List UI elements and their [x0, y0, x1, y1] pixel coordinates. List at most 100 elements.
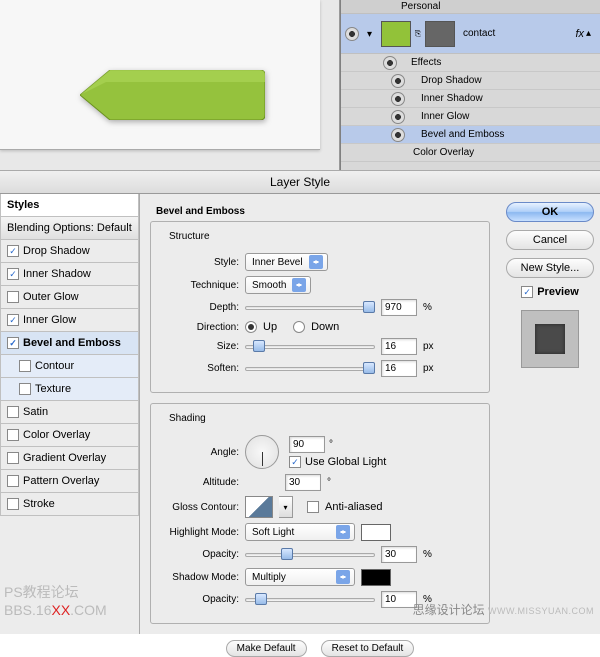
chevron-down-icon[interactable]: ▾	[367, 29, 377, 39]
highlight-color-swatch[interactable]	[361, 524, 391, 541]
visibility-icon[interactable]	[391, 74, 405, 88]
green-arrow-shape	[80, 70, 265, 120]
soften-slider[interactable]	[245, 362, 375, 376]
altitude-input[interactable]	[285, 474, 321, 491]
preview-thumbnail	[521, 310, 579, 368]
sidebar-contour[interactable]: Contour	[0, 355, 139, 378]
chevron-down-icon[interactable]: ▾	[279, 496, 293, 518]
checkbox[interactable]	[7, 245, 19, 257]
visibility-icon[interactable]	[383, 56, 397, 70]
highlight-opacity-input[interactable]	[381, 546, 417, 563]
checkbox[interactable]	[7, 337, 19, 349]
shadow-mode-dropdown[interactable]: Multiply	[245, 568, 355, 586]
layers-panel: Personal ▾ ⎘ contact fx ▴ Effects Drop S…	[340, 0, 600, 170]
checkbox[interactable]	[7, 429, 19, 441]
shadow-mode-label: Shadow Mode:	[161, 572, 239, 583]
shadow-color-swatch[interactable]	[361, 569, 391, 586]
sidebar-satin[interactable]: Satin	[0, 401, 139, 424]
direction-up-radio[interactable]	[245, 321, 257, 333]
checkbox[interactable]	[7, 406, 19, 418]
antialiased-checkbox[interactable]	[307, 501, 319, 513]
effect-color-overlay[interactable]: Color Overlay	[341, 144, 600, 162]
dialog-title: Layer Style	[0, 170, 600, 194]
checkbox[interactable]	[7, 475, 19, 487]
cancel-button[interactable]: Cancel	[506, 230, 594, 250]
shadow-opacity-slider[interactable]	[245, 593, 375, 607]
effect-bevel-emboss[interactable]: Bevel and Emboss	[341, 126, 600, 144]
layer-contact[interactable]: ▾ ⎘ contact fx ▴	[341, 14, 600, 54]
layer-group[interactable]: Personal	[341, 0, 600, 14]
sidebar-styles[interactable]: Styles	[0, 194, 139, 217]
checkbox[interactable]	[7, 498, 19, 510]
gloss-contour-label: Gloss Contour:	[161, 502, 239, 513]
soften-label: Soften:	[161, 363, 239, 374]
sidebar-gradient-overlay[interactable]: Gradient Overlay	[0, 447, 139, 470]
sidebar-color-overlay[interactable]: Color Overlay	[0, 424, 139, 447]
chevron-up-icon[interactable]: ▴	[586, 28, 596, 39]
shadow-opacity-label: Opacity:	[161, 594, 239, 605]
sidebar-pattern-overlay[interactable]: Pattern Overlay	[0, 470, 139, 493]
sidebar-inner-shadow[interactable]: Inner Shadow	[0, 263, 139, 286]
checkbox[interactable]	[7, 452, 19, 464]
checkbox[interactable]	[7, 314, 19, 326]
new-style-button[interactable]: New Style...	[506, 258, 594, 278]
effect-inner-glow[interactable]: Inner Glow	[341, 108, 600, 126]
layer-group-label: Personal	[401, 1, 440, 12]
sidebar-stroke[interactable]: Stroke	[0, 493, 139, 516]
checkbox[interactable]	[7, 291, 19, 303]
checkbox[interactable]	[19, 383, 31, 395]
preview-checkbox[interactable]	[521, 286, 533, 298]
visibility-icon[interactable]	[391, 110, 405, 124]
angle-label: Angle:	[161, 447, 239, 458]
effect-inner-shadow[interactable]: Inner Shadow	[341, 90, 600, 108]
highlight-mode-dropdown[interactable]: Soft Light	[245, 523, 355, 541]
sidebar-inner-glow[interactable]: Inner Glow	[0, 309, 139, 332]
visibility-icon[interactable]	[391, 92, 405, 106]
effects-header[interactable]: Effects	[341, 54, 600, 72]
preview-label: Preview	[537, 286, 579, 298]
sidebar-drop-shadow[interactable]: Drop Shadow	[0, 240, 139, 263]
sidebar-bevel-emboss[interactable]: Bevel and Emboss	[0, 332, 139, 355]
shadow-opacity-input[interactable]	[381, 591, 417, 608]
layer-mask-thumbnail	[425, 21, 455, 47]
structure-title: Structure	[165, 231, 214, 242]
highlight-opacity-slider[interactable]	[245, 548, 375, 562]
technique-label: Technique:	[161, 280, 239, 291]
link-icon[interactable]: ⎘	[413, 29, 423, 39]
direction-down-radio[interactable]	[293, 321, 305, 333]
styles-sidebar: Styles Blending Options: Default Drop Sh…	[0, 194, 140, 634]
fx-badge[interactable]: fx	[575, 28, 584, 40]
global-light-checkbox[interactable]	[289, 456, 301, 468]
make-default-button[interactable]: Make Default	[226, 640, 307, 657]
size-slider[interactable]	[245, 340, 375, 354]
gloss-contour-picker[interactable]	[245, 496, 273, 518]
ok-button[interactable]: OK	[506, 202, 594, 222]
canvas-area	[0, 0, 340, 170]
sidebar-blending[interactable]: Blending Options: Default	[0, 217, 139, 240]
visibility-icon[interactable]	[345, 27, 359, 41]
right-panel: OK Cancel New Style... Preview	[500, 194, 600, 634]
dropdown-arrows-icon	[336, 570, 350, 584]
angle-wheel[interactable]	[245, 435, 279, 469]
reset-default-button[interactable]: Reset to Default	[321, 640, 415, 657]
dropdown-arrows-icon	[292, 278, 306, 292]
depth-label: Depth:	[161, 302, 239, 313]
style-dropdown[interactable]: Inner Bevel	[245, 253, 328, 271]
depth-slider[interactable]	[245, 301, 375, 315]
angle-input[interactable]	[289, 436, 325, 453]
soften-input[interactable]	[381, 360, 417, 377]
altitude-label: Altitude:	[161, 477, 239, 488]
technique-dropdown[interactable]: Smooth	[245, 276, 311, 294]
layer-thumbnail	[381, 21, 411, 47]
checkbox[interactable]	[7, 268, 19, 280]
size-input[interactable]	[381, 338, 417, 355]
depth-input[interactable]	[381, 299, 417, 316]
sidebar-outer-glow[interactable]: Outer Glow	[0, 286, 139, 309]
direction-label: Direction:	[161, 322, 239, 333]
effect-drop-shadow[interactable]: Drop Shadow	[341, 72, 600, 90]
bevel-panel: Bevel and Emboss Structure Style: Inner …	[140, 194, 500, 634]
watermark-right: 思缘设计论坛 WWW.MISSYUAN.COM	[413, 601, 594, 618]
checkbox[interactable]	[19, 360, 31, 372]
sidebar-texture[interactable]: Texture	[0, 378, 139, 401]
visibility-icon[interactable]	[391, 128, 405, 142]
